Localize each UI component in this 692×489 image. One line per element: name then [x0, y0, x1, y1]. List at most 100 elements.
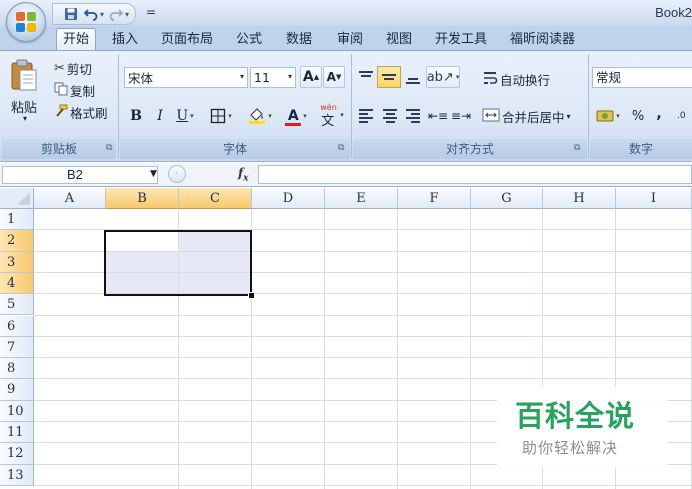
- group-divider: [118, 54, 119, 158]
- column-header-b[interactable]: B: [106, 188, 179, 209]
- column-header-e[interactable]: E: [325, 188, 398, 209]
- copy-icon: [54, 82, 68, 99]
- column-header-f[interactable]: F: [398, 188, 471, 209]
- align-middle-button[interactable]: [377, 66, 401, 88]
- column-header-g[interactable]: G: [471, 188, 543, 209]
- chevron-down-icon: ▾: [455, 73, 460, 81]
- window-title: Book2: [655, 5, 692, 20]
- customize-qat-button[interactable]: =: [146, 5, 156, 19]
- align-top-icon: [359, 71, 373, 77]
- selection-border: [104, 230, 252, 296]
- italic-button[interactable]: I: [150, 105, 170, 127]
- row-header-8[interactable]: 8: [0, 358, 34, 380]
- format-painter-icon: [54, 104, 68, 121]
- chevron-down-icon: ▾: [190, 112, 194, 120]
- fill-bucket-icon: [249, 108, 266, 124]
- grow-font-button[interactable]: A ▲: [300, 66, 322, 88]
- redo-dropdown-icon[interactable]: ▾: [125, 10, 129, 19]
- increase-decimal-button[interactable]: .0: [676, 105, 692, 127]
- save-icon[interactable]: [63, 6, 79, 22]
- clipboard-launcher-icon[interactable]: ⧉: [106, 143, 112, 153]
- undo-dropdown-icon[interactable]: ▾: [100, 10, 104, 19]
- tab-page-layout[interactable]: 页面布局: [155, 29, 219, 50]
- column-header-c[interactable]: C: [179, 188, 252, 209]
- align-top-button[interactable]: [356, 66, 376, 88]
- column-header-d[interactable]: D: [252, 188, 325, 209]
- tab-insert[interactable]: 插入: [106, 29, 144, 50]
- column-header-a[interactable]: A: [34, 188, 106, 209]
- insert-function-button[interactable]: fx: [238, 166, 249, 183]
- name-box[interactable]: B2: [2, 166, 158, 184]
- align-bottom-button[interactable]: [402, 66, 424, 88]
- format-painter-label: 格式刷: [70, 106, 108, 121]
- bold-button[interactable]: B: [126, 105, 146, 127]
- row-header-7[interactable]: 7: [0, 336, 34, 359]
- font-color-icon: A: [287, 108, 299, 124]
- row-header-12[interactable]: 12: [0, 443, 34, 465]
- font-name-select[interactable]: 宋体 ▾: [124, 67, 248, 88]
- accounting-format-button[interactable]: ▾: [593, 105, 623, 127]
- paste-button[interactable]: 粘贴 ▾: [9, 58, 43, 123]
- tab-formulas[interactable]: 公式: [230, 29, 268, 50]
- name-box-dropdown-icon[interactable]: ▼: [150, 169, 157, 179]
- wrap-text-button[interactable]: 自动换行: [482, 70, 550, 89]
- alignment-group-label: 对齐方式: [353, 139, 587, 159]
- column-header-h[interactable]: H: [543, 188, 616, 209]
- tab-home[interactable]: 开始: [56, 28, 97, 51]
- align-left-button[interactable]: [356, 105, 376, 127]
- tab-review[interactable]: 审阅: [331, 29, 369, 50]
- column-header-i[interactable]: I: [616, 188, 692, 209]
- grid-row-line: [34, 335, 692, 337]
- font-color-button[interactable]: A ▾: [280, 105, 312, 127]
- redo-icon[interactable]: [108, 6, 124, 22]
- percent-style-button[interactable]: %: [628, 105, 648, 127]
- row-header-2[interactable]: 2: [0, 230, 34, 252]
- copy-button[interactable]: 复制: [54, 81, 95, 100]
- row-header-9[interactable]: 9: [0, 379, 34, 401]
- row-header-1[interactable]: 1: [0, 209, 34, 231]
- chevron-down-icon: ▾: [228, 112, 232, 120]
- tab-foxit-reader[interactable]: 福昕阅读器: [504, 29, 581, 50]
- comma-style-button[interactable]: ,: [652, 103, 666, 125]
- group-divider: [351, 54, 352, 158]
- scissors-icon: ✂: [54, 61, 65, 76]
- row-header-10[interactable]: 10: [0, 400, 34, 422]
- row-header-13[interactable]: 13: [0, 464, 34, 486]
- orientation-button[interactable]: ab↗ ▾: [426, 66, 460, 88]
- office-button[interactable]: [6, 2, 46, 42]
- align-center-button[interactable]: [380, 105, 400, 127]
- row-header-5[interactable]: 5: [0, 294, 34, 316]
- row-header-11[interactable]: 11: [0, 422, 34, 444]
- row-header-3[interactable]: 3: [0, 251, 34, 273]
- fill-color-button[interactable]: ▾: [244, 105, 276, 127]
- merge-center-button[interactable]: 合并后居中 ▾: [482, 107, 571, 126]
- align-middle-icon: [382, 74, 396, 80]
- row-header-4[interactable]: 4: [0, 272, 34, 295]
- formula-bar-expand-icon[interactable]: ◦: [168, 165, 186, 183]
- align-right-button[interactable]: [403, 105, 423, 127]
- font-size-value: 11: [254, 70, 270, 85]
- tab-data[interactable]: 数据: [280, 29, 318, 50]
- tab-developer[interactable]: 开发工具: [429, 29, 493, 50]
- grid-row-line: [34, 378, 692, 380]
- fill-handle[interactable]: [248, 292, 255, 299]
- increase-indent-button[interactable]: ≡⇥: [451, 105, 471, 127]
- row-header-6[interactable]: 6: [0, 315, 34, 337]
- borders-button[interactable]: ▾: [204, 105, 238, 127]
- select-all-button[interactable]: [0, 188, 34, 209]
- undo-icon[interactable]: [83, 6, 99, 22]
- tab-view[interactable]: 视图: [380, 29, 418, 50]
- chevron-down-icon: ▾: [340, 111, 344, 119]
- cut-button[interactable]: ✂ 剪切: [54, 59, 92, 78]
- formula-input[interactable]: [258, 165, 692, 184]
- phonetic-guide-button[interactable]: wén 文 ▾: [314, 103, 348, 129]
- font-size-select[interactable]: 11 ▾: [250, 67, 296, 88]
- decrease-indent-button[interactable]: ⇤≡: [428, 105, 448, 127]
- shrink-font-button[interactable]: A ▼: [323, 66, 345, 88]
- phonetic-icon: wén 文: [318, 103, 338, 129]
- alignment-launcher-icon[interactable]: ⧉: [574, 143, 580, 153]
- number-format-select[interactable]: 常规: [592, 67, 692, 88]
- font-launcher-icon[interactable]: ⧉: [338, 143, 344, 153]
- format-painter-button[interactable]: 格式刷: [54, 103, 108, 122]
- underline-button[interactable]: U ▾: [172, 105, 198, 127]
